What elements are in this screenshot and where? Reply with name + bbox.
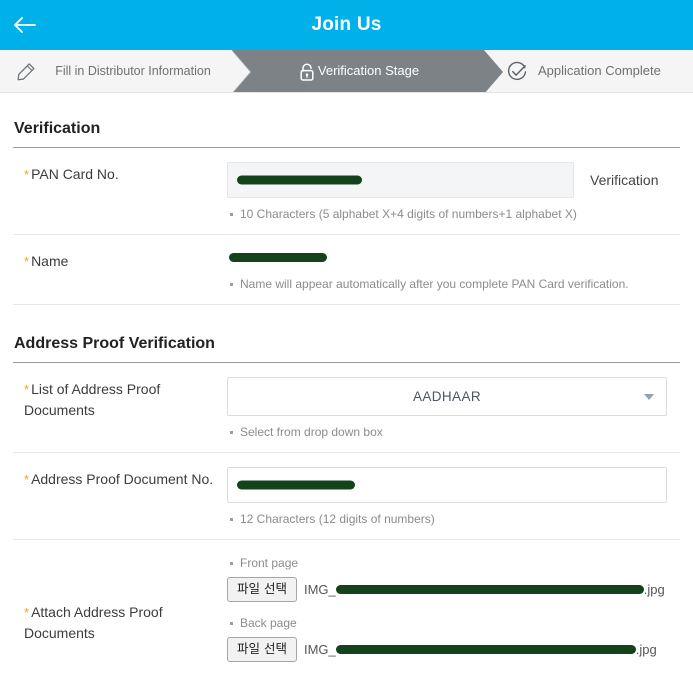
- required-marker: *: [24, 382, 30, 397]
- label-text: List of Address Proof Documents: [24, 381, 161, 418]
- check-circle-icon: [506, 61, 528, 83]
- file-name-prefix: IMG_: [303, 581, 336, 597]
- step-label: Verification Stage: [317, 63, 420, 79]
- address-proof-document-no-input[interactable]: [227, 467, 667, 503]
- field-hint-document-no: 12 Characters (12 digits of numbers): [227, 512, 680, 526]
- file-name-prefix: IMG_: [303, 641, 336, 657]
- address-proof-document-select[interactable]: AADHAAR: [227, 377, 667, 416]
- chevron-down-icon: [644, 393, 654, 400]
- field-hint-name: Name will appear automatically after you…: [227, 277, 680, 291]
- file-name-suffix: .jpg: [635, 641, 657, 657]
- section-title-address-proof-verification: Address Proof Verification: [13, 305, 680, 363]
- arrow-left-icon: [13, 16, 37, 34]
- field-row-pan-card-no: * PAN Card No. Verification 10 Characters…: [13, 148, 680, 235]
- required-marker: *: [24, 254, 30, 269]
- file-input-back-page: 파일 선택 IMG_ .jpg: [227, 636, 680, 662]
- redaction-bar: [335, 644, 636, 654]
- required-marker: *: [24, 605, 30, 620]
- back-button[interactable]: [0, 0, 50, 50]
- pencil-icon: [15, 61, 37, 83]
- redaction-bar: [237, 175, 362, 185]
- file-name-suffix: .jpg: [643, 581, 665, 597]
- step-fill-in-distributor-information[interactable]: Fill in Distributor Information: [0, 50, 251, 92]
- progress-stepper: Fill in Distributor Information Verifica…: [0, 50, 693, 93]
- choose-file-button-back[interactable]: 파일 선택: [227, 636, 297, 662]
- required-marker: *: [24, 167, 30, 182]
- redaction-bar: [237, 480, 355, 490]
- file-hint-back-page: Back page: [227, 616, 680, 630]
- step-label: Application Complete: [538, 63, 661, 79]
- required-marker: *: [24, 472, 30, 487]
- step-application-complete[interactable]: Application Complete: [484, 50, 693, 92]
- field-label-name: * Name: [13, 249, 227, 272]
- selected-option-label: AADHAAR: [412, 389, 482, 404]
- redaction-bar: [335, 584, 644, 594]
- label-text: PAN Card No.: [31, 166, 119, 182]
- field-row-attach-address-proof-documents: * Attach Address Proof Documents Front pa…: [13, 540, 680, 689]
- field-row-address-proof-document-list: * List of Address Proof Documents AADHAAR…: [13, 363, 680, 453]
- choose-file-button-front[interactable]: 파일 선택: [227, 577, 297, 602]
- lock-icon: [297, 61, 317, 83]
- section-title-verification: Verification: [13, 93, 680, 148]
- field-label-pan-card-no: * PAN Card No.: [13, 162, 227, 185]
- file-name-front: IMG_ .jpg: [304, 582, 665, 597]
- field-row-name: * Name Name will appear automatically aft…: [13, 235, 680, 305]
- label-text: Name: [31, 253, 69, 269]
- file-input-front-page: 파일 선택 IMG_ .jpg: [227, 577, 680, 602]
- redaction-bar: [229, 253, 327, 262]
- file-name-back: IMG_ .jpg: [304, 642, 657, 657]
- field-row-address-proof-document-no: * Address Proof Document No. 12 Character…: [13, 453, 680, 540]
- field-hint-document-list: Select from drop down box: [227, 425, 680, 439]
- name-value: [227, 249, 680, 268]
- pan-verification-button[interactable]: Verification: [590, 172, 658, 188]
- label-text: Address Proof Document No.: [31, 471, 214, 487]
- page-title: Join Us: [311, 14, 382, 35]
- app-bar: Join Us: [0, 0, 693, 50]
- step-verification-stage[interactable]: Verification Stage: [231, 50, 503, 92]
- field-label-document-no: * Address Proof Document No.: [13, 467, 227, 490]
- file-hint-front-page: Front page: [227, 556, 680, 570]
- pan-card-input[interactable]: [227, 162, 574, 198]
- field-label-document-list: * List of Address Proof Documents: [13, 377, 227, 420]
- field-label-attachments: * Attach Address Proof Documents: [13, 554, 227, 643]
- label-text: Attach Address Proof Documents: [24, 604, 163, 641]
- step-label: Fill in Distributor Information: [55, 63, 211, 78]
- field-hint-pan: 10 Characters (5 alphabet X+4 digits of …: [227, 207, 680, 221]
- form-content: Verification * PAN Card No. Verification …: [0, 93, 693, 689]
